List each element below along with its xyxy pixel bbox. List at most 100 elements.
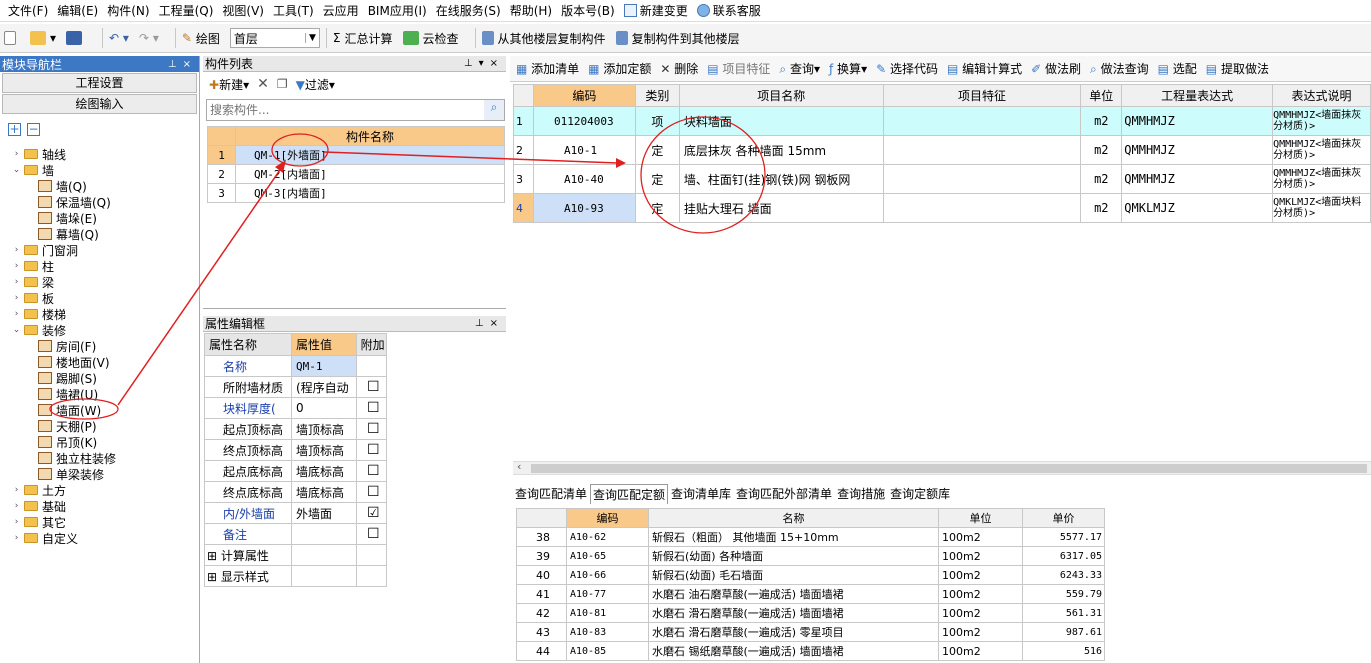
property-value[interactable] — [290, 523, 357, 545]
menu-version[interactable]: 版本号(B) — [561, 2, 615, 19]
property-extra[interactable]: ☐ — [355, 397, 388, 419]
toolbar-button-delete[interactable]: ✕ 删除 — [660, 60, 698, 77]
toolbar-button-extract[interactable]: ▤ 提取做法 — [1206, 60, 1269, 77]
expand-chevron-icon[interactable]: › — [12, 485, 21, 495]
table-row[interactable]: 40 A10-66 斩假石(幼面) 毛石墙面 100m2 6243.33 — [516, 565, 1105, 585]
cell-expr[interactable]: QMMHMJZ — [1121, 164, 1274, 194]
undo-button[interactable]: ↶ ▾ — [109, 31, 129, 45]
tree-item[interactable]: › 自定义 — [0, 530, 198, 546]
panel-pin-close-icon[interactable]: ⊥× — [168, 59, 197, 70]
scroll-left-icon[interactable]: ‹ — [517, 460, 521, 473]
menu-bim[interactable]: BIM应用(I) — [368, 2, 427, 19]
checkbox[interactable]: ☐ — [367, 526, 380, 542]
table-row[interactable]: 4 A10-93 定挂贴大理石 墙面 m2 QMKLMJZ QMKLMJZ<墙面块料分材质… — [513, 193, 1371, 223]
tree-item[interactable]: 独立柱装修 — [0, 450, 198, 466]
property-row[interactable]: 所附墙材质 (程序自动 ☐ — [204, 376, 388, 398]
horizontal-scrollbar[interactable]: ‹ — [513, 460, 1371, 475]
redo-button[interactable]: ↷ ▾ — [139, 31, 159, 45]
table-row[interactable]: 41 A10-77 水磨石 油石磨草酸(一遍成活) 墙面墙裙 100m2 559.79 — [516, 584, 1105, 604]
tree-item[interactable]: 踢脚(S) — [0, 370, 198, 386]
cell-unit[interactable]: m2 — [1080, 164, 1123, 194]
toolbar-button-feature[interactable]: ▤ 项目特征 — [707, 60, 770, 77]
property-extra[interactable]: ☑ — [355, 502, 388, 524]
cell-type[interactable]: 定 — [634, 135, 680, 165]
query-tab[interactable]: 查询清单库 — [669, 484, 733, 504]
cell-feat[interactable] — [882, 135, 1082, 165]
property-row[interactable]: ⊞ 显示样式 — [204, 565, 388, 587]
menu-quantity[interactable]: 工程量(Q) — [159, 2, 214, 19]
cell-feat[interactable] — [882, 164, 1082, 194]
copy-icon[interactable]: ❐ — [277, 77, 288, 91]
toolbar-button-edit-formula[interactable]: ▤ 编辑计算式 — [947, 60, 1022, 77]
drawing-input-button[interactable]: 绘图输入 — [2, 94, 197, 114]
table-row[interactable]: 2 QM-2[内墙面] — [207, 164, 505, 184]
tree-item[interactable]: 墙垛(E) — [0, 210, 198, 226]
expand-plus-icon[interactable]: ⊞ — [207, 570, 221, 584]
cell-code[interactable]: A10-40 — [532, 164, 636, 194]
delete-icon[interactable]: ✕ — [257, 76, 269, 92]
cell-type[interactable]: 项 — [634, 106, 680, 136]
property-row[interactable]: 起点底标高 墙底标高 ☐ — [204, 460, 388, 482]
cell-unit[interactable]: m2 — [1080, 106, 1123, 136]
tree-item[interactable]: ⌄ 墙 — [0, 162, 198, 178]
tree-item[interactable]: 墙面(W) — [0, 402, 198, 418]
toolbar-button-add-list[interactable]: ▦ 添加清单 — [516, 60, 579, 77]
cell-expr[interactable]: QMMHMJZ — [1121, 135, 1274, 165]
tree-item[interactable]: › 梁 — [0, 274, 198, 290]
property-value[interactable] — [290, 544, 357, 566]
tree-item[interactable]: 房间(F) — [0, 338, 198, 354]
cell-desc[interactable]: QMMHMJZ<墙面抹灰分材质)> — [1272, 135, 1371, 165]
component-search-input[interactable] — [207, 100, 484, 120]
checkbox[interactable]: ☐ — [367, 400, 380, 416]
tree-item[interactable]: 墙裙(U) — [0, 386, 198, 402]
property-extra[interactable]: ☐ — [355, 418, 388, 440]
property-extra[interactable] — [355, 355, 388, 377]
property-row[interactable]: 终点底标高 墙底标高 ☐ — [204, 481, 388, 503]
cell-expr[interactable]: QMKLMJZ — [1121, 193, 1274, 223]
menu-edit[interactable]: 编辑(E) — [57, 2, 98, 19]
tree-item[interactable]: 天棚(P) — [0, 418, 198, 434]
toolbar-button-brush[interactable]: ✐ 做法刷 — [1031, 60, 1081, 77]
expand-chevron-icon[interactable]: › — [12, 533, 21, 543]
table-row[interactable]: 2 A10-1 定底层抹灰 各种墙面 15mm m2 QMMHMJZ QMMHMJZ<墙面… — [513, 135, 1371, 165]
property-row[interactable]: 起点顶标高 墙顶标高 ☐ — [204, 418, 388, 440]
toolbar-button-method-query[interactable]: ⌕ 做法查询 — [1090, 60, 1149, 77]
table-row[interactable]: 1 011204003 项块料墙面 m2 QMMHMJZ QMMHMJZ<墙面抹灰分材质)… — [513, 106, 1371, 136]
collapse-chevron-icon[interactable]: ⌄ — [12, 325, 21, 335]
menu-component[interactable]: 构件(N) — [107, 2, 149, 19]
menu-cloud[interactable]: 云应用 — [323, 2, 359, 19]
property-extra[interactable]: ☐ — [355, 481, 388, 503]
expand-chevron-icon[interactable]: › — [12, 501, 21, 511]
new-file-button[interactable] — [4, 31, 20, 45]
table-row[interactable]: 43 A10-83 水磨石 滑石磨草酸(一遍成活) 零星项目 100m2 987.61 — [516, 622, 1105, 642]
query-tab[interactable]: 查询措施 — [835, 484, 887, 504]
table-row[interactable]: 1 QM-1[外墙面] — [207, 145, 505, 165]
expand-chevron-icon[interactable]: › — [12, 309, 21, 319]
cell-desc[interactable]: QMKLMJZ<墙面块料分材质)> — [1272, 193, 1371, 223]
summary-calc-button[interactable]: Σ 汇总计算 — [333, 30, 393, 47]
query-tab[interactable]: 查询匹配外部清单 — [734, 484, 834, 504]
property-extra[interactable]: ☐ — [355, 460, 388, 482]
menu-view[interactable]: 视图(V) — [222, 2, 264, 19]
tree-item[interactable]: 幕墙(Q) — [0, 226, 198, 242]
checkbox[interactable]: ☐ — [367, 421, 380, 437]
checkbox[interactable]: ☐ — [367, 484, 380, 500]
property-extra[interactable]: ☐ — [355, 376, 388, 398]
copy-to-floor-button[interactable]: 复制构件到其他楼层 — [615, 30, 740, 47]
checkbox[interactable]: ☐ — [367, 463, 380, 479]
toolbar-button-select-code[interactable]: ✎ 选择代码 — [876, 60, 938, 77]
new-component-button[interactable]: ✚新建▾ — [209, 76, 249, 93]
table-row[interactable]: 44 A10-85 水磨石 锡纸磨草酸(一遍成活) 墙面墙裙 100m2 516 — [516, 641, 1105, 661]
tree-item[interactable]: › 柱 — [0, 258, 198, 274]
toolbar-button-search[interactable]: ⌕ 查询▾ — [779, 60, 820, 77]
tree-item[interactable]: › 基础 — [0, 498, 198, 514]
expand-chevron-icon[interactable]: › — [12, 293, 21, 303]
cell-type[interactable]: 定 — [634, 193, 680, 223]
tree-item[interactable]: 楼地面(V) — [0, 354, 198, 370]
checkbox[interactable]: ☐ — [367, 442, 380, 458]
property-row[interactable]: ⊞ 计算属性 — [204, 544, 388, 566]
property-row[interactable]: 名称 QM-1 — [204, 355, 388, 377]
cell-type[interactable]: 定 — [634, 164, 680, 194]
property-value[interactable]: 0 — [290, 397, 357, 419]
cell-feat[interactable] — [882, 106, 1082, 136]
